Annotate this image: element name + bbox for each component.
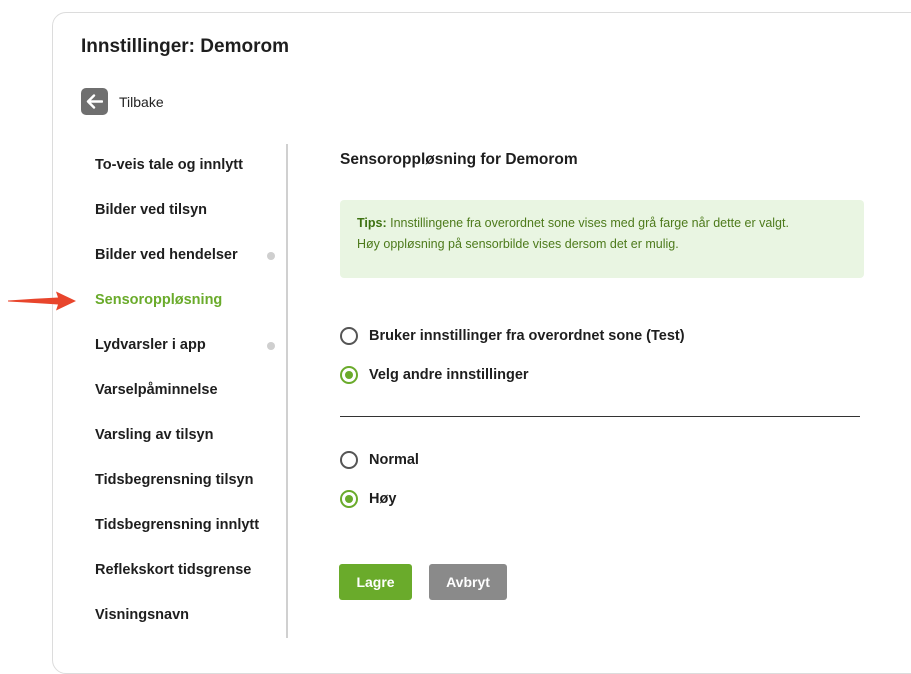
sidebar-item-label: Visningsnavn [95,607,190,623]
radio-button-checked[interactable] [340,366,358,384]
radio-inherit-parent[interactable]: Bruker innstillinger fra overordnet sone… [340,327,685,345]
tip-text-line2: Høy oppløsning på sensorbilde vises ders… [357,237,679,251]
sidebar-item-label: To-veis tale og innlytt [95,157,243,173]
sidebar-item-label: Reflekskort tidsgrense [95,562,252,578]
sidebar-item-tidsbegrensning-tilsyn[interactable]: Tidsbegrensning tilsyn [95,458,280,503]
section-divider [340,416,860,417]
tip-box: Tips: Innstillingene fra overordnet sone… [340,200,864,278]
radio-button[interactable] [340,451,358,469]
sidebar-item-bilder-hendelser[interactable]: Bilder ved hendelser [95,233,280,278]
sidebar-item-bilder-tilsyn[interactable]: Bilder ved tilsyn [95,188,280,233]
tip-text-line1: Innstillingene fra overordnet sone vises… [390,216,789,230]
radio-label: Velg andre innstillinger [369,367,529,383]
sidebar-item-label: Lydvarsler i app [95,337,206,353]
sidebar-item-label: Tidsbegrensning tilsyn [95,472,254,488]
cancel-button[interactable]: Avbryt [429,564,507,600]
sidebar-item-lydvarsler[interactable]: Lydvarsler i app [95,323,280,368]
radio-label: Høy [369,491,397,507]
sidebar-item-label: Sensoroppløsning [95,292,223,308]
arrow-left-icon[interactable] [81,88,108,115]
sidebar-item-varsling-tilsyn[interactable]: Varsling av tilsyn [95,413,280,458]
sidebar-item-varselpaminnelse[interactable]: Varselpåminnelse [95,368,280,413]
settings-sidebar: To-veis tale og innlytt Bilder ved tilsy… [95,143,280,638]
sidebar-item-label: Varsling av tilsyn [95,427,214,443]
back-label: Tilbake [119,93,164,110]
sidebar-item-label: Bilder ved hendelser [95,247,238,263]
page-title: Innstillinger: Demorom [81,36,289,57]
radio-button-checked[interactable] [340,490,358,508]
sidebar-divider [286,144,288,638]
sidebar-item-label: Bilder ved tilsyn [95,202,208,218]
sidebar-item-sensoroppløsning[interactable]: Sensoroppløsning [95,278,280,323]
sidebar-item-label: Varselpåminnelse [95,382,218,398]
sidebar-item-label: Tidsbegrensning innlytt [95,517,260,533]
sidebar-item-visningsnavn[interactable]: Visningsnavn [95,593,280,638]
radio-label: Bruker innstillinger fra overordnet sone… [369,328,685,344]
red-arrow-icon [8,291,76,311]
sidebar-item-tidsbegrensning-innlytt[interactable]: Tidsbegrensning innlytt [95,503,280,548]
radio-resolution-high[interactable]: Høy [340,490,396,508]
radio-resolution-normal[interactable]: Normal [340,451,419,469]
sidebar-item-toveis-tale[interactable]: To-veis tale og innlytt [95,143,280,188]
tip-prefix: Tips: [357,216,387,230]
status-dot-icon [267,342,275,350]
section-title: Sensoroppløsning for Demorom [340,151,578,168]
back-link[interactable]: Tilbake [81,88,164,115]
save-button[interactable]: Lagre [339,564,412,600]
radio-button[interactable] [340,327,358,345]
sidebar-item-reflekskort[interactable]: Reflekskort tidsgrense [95,548,280,593]
status-dot-icon [267,252,275,260]
radio-label: Normal [369,452,419,468]
radio-custom-settings[interactable]: Velg andre innstillinger [340,366,529,384]
